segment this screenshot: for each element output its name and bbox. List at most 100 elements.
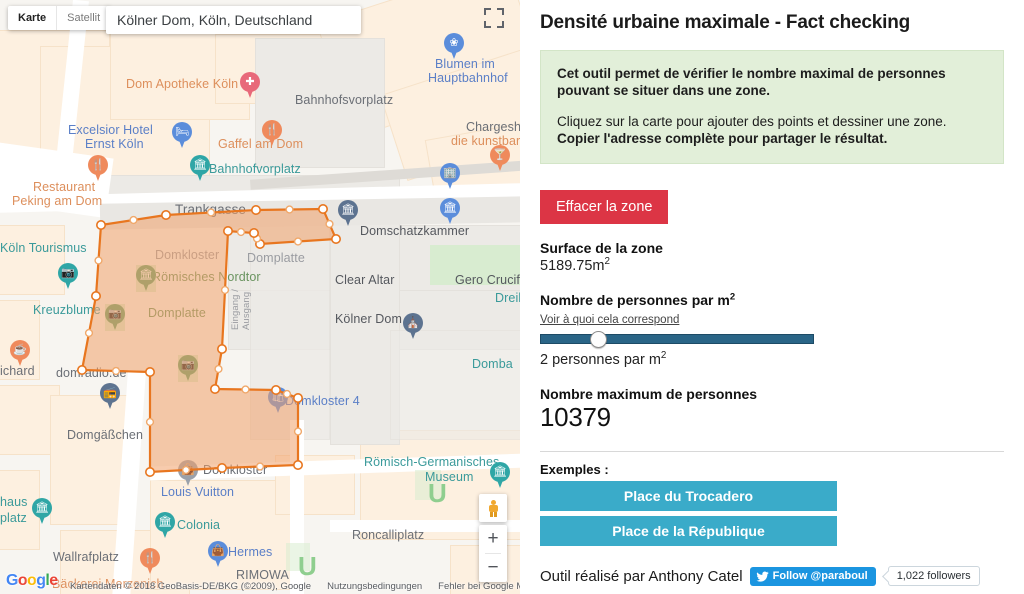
map-label: Chargesh	[466, 120, 520, 134]
photo-pin[interactable]: 📷	[58, 263, 78, 290]
map-label: Bahnhofsvorplatz	[295, 93, 394, 107]
map-label: Roncalliplatz	[352, 528, 425, 542]
intro-box: Cet outil permet de vérifier le nombre m…	[540, 50, 1004, 164]
map-search-box[interactable]	[106, 6, 361, 34]
attraction-pin[interactable]: 🏛	[190, 155, 210, 182]
map-label: Hermes	[228, 545, 273, 559]
building-pin[interactable]: 🏢	[440, 163, 460, 190]
twitter-follow-button[interactable]: Follow @paraboul	[749, 566, 876, 586]
roman-gate-pin[interactable]: 🏛	[136, 265, 156, 292]
search-input[interactable]	[115, 11, 352, 29]
map-label: Köln Tourismus	[0, 241, 87, 255]
map-label: Dom Apotheke Köln	[126, 77, 239, 91]
google-logo[interactable]: Google	[6, 572, 58, 590]
zoom-in-button[interactable]: +	[479, 525, 507, 553]
map-label: domradio.de	[56, 366, 127, 380]
map-label: Wallrafplatz	[53, 550, 120, 564]
section-divider	[540, 451, 1004, 452]
map-label: Dreik	[495, 291, 520, 305]
map-label: Domplatte	[247, 251, 305, 265]
density-label: Nombre de personnes par m2	[540, 292, 1004, 308]
street-view-pegman-icon[interactable]	[479, 494, 507, 522]
density-label-text: Nombre de personnes par m	[540, 292, 730, 308]
density-slider-track[interactable]	[540, 334, 814, 344]
density-slider[interactable]	[540, 331, 814, 348]
zoom-controls[interactable]: + −	[479, 525, 507, 582]
map-label: Kölner Dom	[335, 312, 402, 326]
zoom-out-button[interactable]: −	[479, 554, 507, 582]
museum-pin[interactable]: 🏛	[440, 198, 460, 225]
map-attribution: Kartendaten © 2018 GeoBasis-DE/BKG (©200…	[0, 581, 520, 592]
surface-label: Surface de la zone	[540, 240, 663, 256]
map-label: Restaurant	[33, 180, 96, 194]
page-title: Densité urbaine maximale - Fact checking	[540, 12, 911, 33]
map-label: Colonia	[177, 518, 221, 532]
pharmacy-pin[interactable]: ✚	[240, 72, 260, 99]
map-type-satellit[interactable]: Satellit	[56, 6, 110, 30]
map-label: Ausgang	[241, 291, 252, 330]
intro-line-2: pouvant se situer dans une zone.	[557, 83, 771, 98]
treasury-pin[interactable]: 🏛	[338, 200, 358, 227]
map-label: Gaffel am Dom	[218, 137, 304, 151]
surface-number: 5189.75m	[540, 258, 605, 274]
example-republique-button[interactable]: Place de la République	[540, 516, 837, 546]
cafe-pin[interactable]: ☕	[10, 340, 30, 367]
boutique-pin[interactable]: 👜	[178, 460, 198, 487]
map-report-link[interactable]: Fehler bei Google Maps melden	[438, 581, 520, 592]
hotel-pin[interactable]: 🛏	[172, 122, 192, 149]
clear-zone-button[interactable]: Effacer la zone	[540, 190, 669, 224]
map-label: Domkloster 4	[285, 394, 360, 408]
restaurant-pin[interactable]: 🍴	[88, 155, 108, 182]
museum-pin[interactable]: 🏛	[490, 462, 510, 489]
ubahn-marker: U	[298, 551, 317, 581]
map-type-karte[interactable]: Karte	[8, 6, 56, 30]
map-label: Gero Crucifix	[455, 273, 520, 287]
fullscreen-icon[interactable]	[484, 8, 504, 28]
side-panel: Densité urbaine maximale - Fact checking…	[520, 0, 1024, 594]
map-label: RIMOWA	[236, 568, 289, 582]
twitter-followers-count[interactable]: 1,022 followers	[887, 566, 980, 586]
bakery-pin[interactable]: 🍴	[140, 548, 160, 575]
map-label: Domkloster	[203, 463, 268, 477]
colonia-pin[interactable]: 🏛	[155, 512, 175, 539]
density-slider-thumb[interactable]	[589, 331, 607, 348]
shop-pin[interactable]: 🛍	[268, 387, 288, 414]
bar-pin[interactable]: 🍸	[490, 145, 510, 172]
author-credit: Outil réalisé par Anthony Catel	[540, 567, 743, 585]
intro-line-1: Cet outil permet de vérifier le nombre m…	[557, 66, 946, 81]
ubahn-marker: U	[428, 478, 447, 508]
shop-pin[interactable]: 👜	[208, 541, 228, 568]
density-help-link[interactable]: Voir à quoi cela correspond	[540, 314, 679, 326]
map-type-switch[interactable]: Karte Satellit	[8, 6, 111, 30]
map-label: Bahnhofvorplatz	[209, 162, 301, 176]
intro-line-3: Cliquez sur la carte pour ajouter des po…	[557, 114, 947, 129]
map-label: Louis Vuitton	[161, 485, 235, 499]
map-label: Excelsior Hotel	[68, 123, 153, 137]
map-label: Peking am Dom	[12, 194, 103, 208]
density-value-text: 2 personnes par m	[540, 352, 661, 368]
map-label: Clear Altar	[335, 273, 395, 287]
restaurant-pin[interactable]: 🍴	[262, 120, 282, 147]
cathedral-pin[interactable]: ⛪	[403, 313, 423, 340]
map-label: haus	[0, 495, 28, 509]
map-label: Domschatzkammer	[360, 224, 470, 238]
maximum-value: 10379	[540, 402, 611, 432]
map-pane[interactable]: Dom Apotheke Köln Blumen im Hauptbahnhof Ba…	[0, 0, 520, 594]
map-label: Domplatte	[148, 306, 206, 320]
florist-pin[interactable]: ❀	[444, 33, 464, 60]
map-label: Römisch-Germanisches	[364, 455, 500, 469]
radio-pin[interactable]: 📻	[100, 383, 120, 410]
map-canvas[interactable]: Dom Apotheke Köln Blumen im Hauptbahnhof Ba…	[0, 0, 520, 594]
museum-pin[interactable]: 🏛	[32, 498, 52, 525]
photo-pin[interactable]: 📷	[105, 304, 125, 331]
density-value-exponent: 2	[660, 350, 667, 362]
surface-unit-exponent: 2	[604, 256, 610, 268]
photo-pin[interactable]: 📷	[178, 355, 198, 382]
app-root: Dom Apotheke Köln Blumen im Hauptbahnhof Ba…	[0, 0, 1024, 594]
surface-value: 5189.75m2	[540, 256, 1004, 274]
examples-label: Exemples :	[540, 462, 609, 477]
map-terms-link[interactable]: Nutzungsbedingungen	[327, 581, 422, 592]
example-trocadero-button[interactable]: Place du Trocadero	[540, 481, 837, 511]
intro-line-4: Copier l'adresse complète pour partager …	[557, 131, 888, 146]
map-label: Domba	[472, 357, 513, 371]
